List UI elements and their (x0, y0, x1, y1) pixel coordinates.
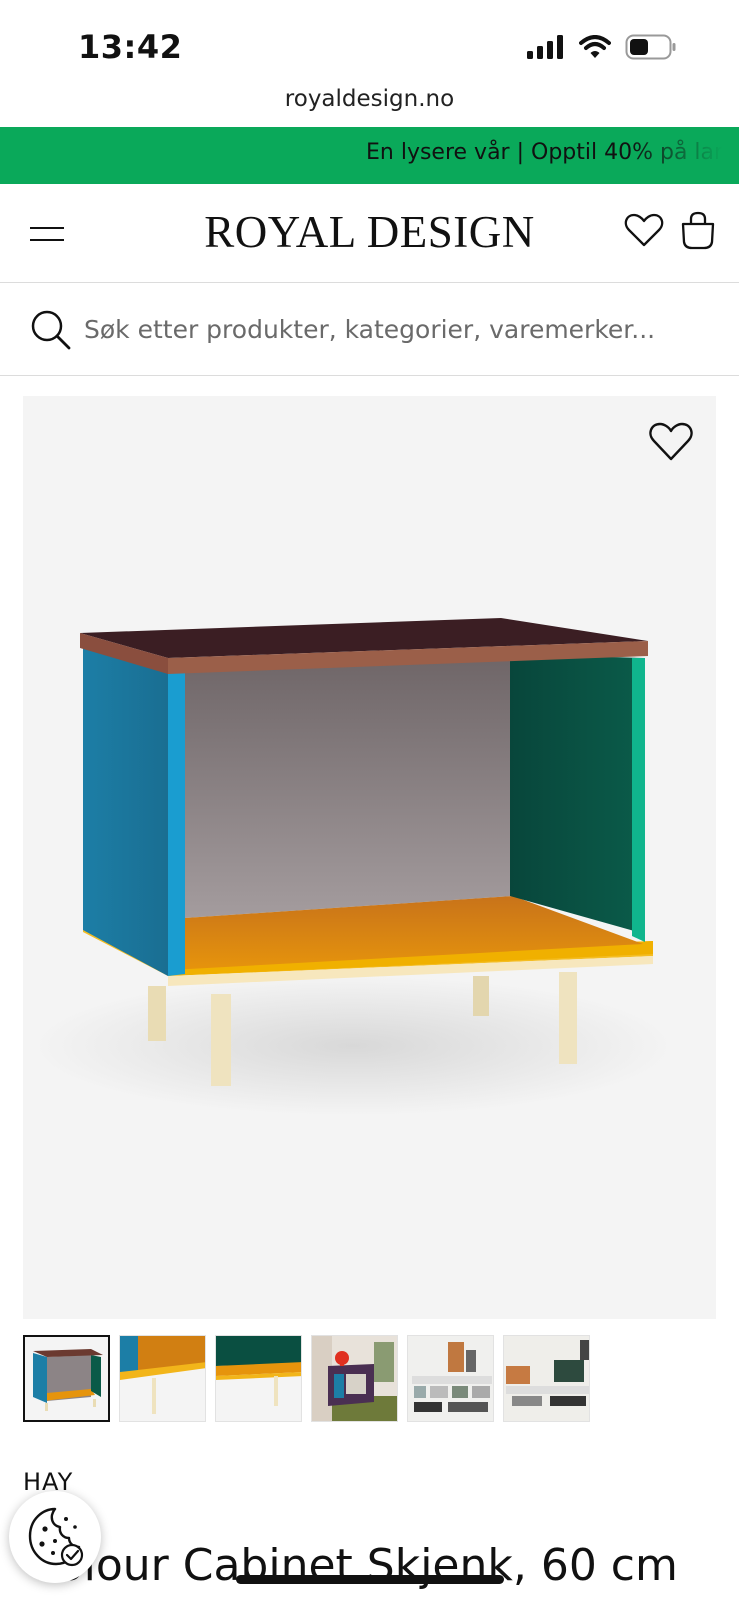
thumbnail-6[interactable] (503, 1335, 590, 1422)
promo-fade (629, 127, 739, 184)
thumbnail-image (216, 1336, 301, 1421)
status-icons (527, 34, 677, 60)
thumbnail-4[interactable] (311, 1335, 398, 1422)
thumbnail-5[interactable] (407, 1335, 494, 1422)
thumbnail-image (25, 1337, 108, 1420)
url-bar[interactable]: royaldesign.no (0, 86, 739, 112)
search-bar (0, 283, 739, 376)
product-photo-cabinet (33, 618, 673, 1116)
heart-icon[interactable] (624, 212, 664, 248)
status-time: 13:42 (78, 28, 183, 66)
product-image[interactable] (23, 396, 716, 1319)
thumbnail-strip (23, 1335, 590, 1422)
wishlist-heart-icon[interactable] (648, 420, 694, 462)
thumbnail-image (312, 1336, 397, 1421)
cookie-settings-button[interactable] (9, 1491, 101, 1583)
shopping-bag-icon[interactable] (680, 210, 716, 250)
thumbnail-image (408, 1336, 493, 1421)
search-input[interactable] (84, 309, 724, 349)
thumbnail-1[interactable] (23, 1335, 110, 1422)
wifi-icon (579, 35, 611, 58)
signal-icon (527, 35, 563, 59)
promo-banner[interactable]: En lysere vår | Opptil 40% på lampe (0, 127, 739, 184)
battery-icon (625, 34, 676, 60)
cookie-icon (28, 1507, 84, 1567)
thumbnail-3[interactable] (215, 1335, 302, 1422)
home-indicator[interactable] (236, 1575, 504, 1584)
thumbnail-image (504, 1336, 589, 1421)
search-icon (31, 310, 71, 350)
status-bar: 13:42 (0, 0, 739, 92)
thumbnail-image (120, 1336, 205, 1421)
site-header: ROYAL DESIGN (0, 184, 739, 283)
thumbnail-2[interactable] (119, 1335, 206, 1422)
